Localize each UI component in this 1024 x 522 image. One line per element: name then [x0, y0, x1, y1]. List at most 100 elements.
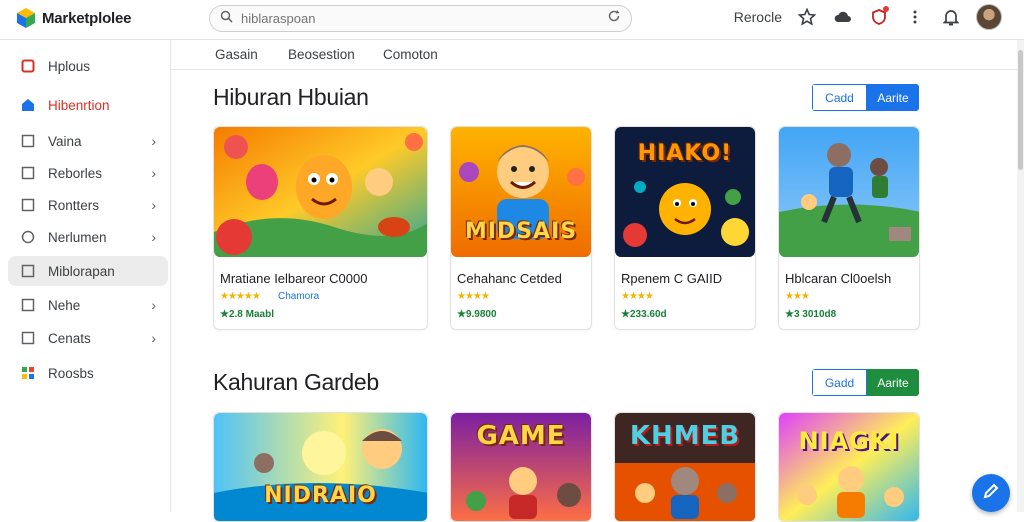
card-thumbnail: KHMEB — [615, 413, 755, 521]
square-icon — [20, 263, 36, 279]
app-card[interactable]: Hblcaran Cl0oelsh ★★★ ★3 3010d8 — [778, 126, 920, 330]
search-input[interactable] — [241, 11, 607, 26]
sidebar-item-3[interactable]: Reborles › — [8, 158, 168, 188]
thumbnail-title: HIAKO! — [637, 141, 733, 166]
app-logo[interactable]: Marketplolee — [16, 7, 132, 29]
app-card[interactable]: Mratiane Ielbareor C0000 ★★★★★ Chamora ★… — [213, 126, 428, 330]
card-thumbnail: HIAKO! — [615, 127, 755, 257]
app-card[interactable]: GAME — [450, 412, 592, 522]
thumbnail-title: NIDRAIO — [264, 483, 377, 508]
tab-bar: Gasain Beosestion Comoton — [171, 40, 1024, 70]
rating-stars: ★★★ — [785, 291, 810, 302]
card-thumbnail: NIDRAIO — [214, 413, 427, 521]
bell-icon[interactable] — [940, 6, 962, 28]
chevron-right-icon: › — [151, 165, 156, 181]
sidebar-item-label: Cenats — [48, 330, 91, 346]
sidebar-item-7[interactable]: Nehe › — [8, 290, 168, 320]
tab-2[interactable]: Comoton — [383, 47, 438, 62]
card-title: Rpenem C GAIID — [621, 271, 723, 286]
square-icon — [20, 197, 36, 213]
search-icon — [220, 10, 233, 28]
sidebar-item-label: Hibenrtion — [48, 97, 110, 113]
compose-button[interactable] — [972, 474, 1010, 512]
star-icon[interactable] — [796, 6, 818, 28]
app-card[interactable]: HIAKO! Rpenem C GAIID ★★★★ ★233.60d — [614, 126, 756, 330]
sidebar-item-label: Nehe — [48, 297, 81, 313]
square-icon — [20, 165, 36, 181]
sidebar-item-5[interactable]: Nerlumen › — [8, 222, 168, 252]
write-button[interactable]: Aarite — [867, 84, 919, 111]
rating-stars: ★★★★ — [621, 291, 654, 302]
refresh-icon[interactable] — [607, 9, 621, 28]
sidebar-item-1[interactable]: Hibenrtion — [8, 90, 168, 120]
app-card[interactable]: KHMEB — [614, 412, 756, 522]
sidebar-item-label: Roosbs — [48, 365, 94, 381]
sidebar-item-label: Reborles — [48, 165, 103, 181]
sidebar-item-label: Rontters — [48, 197, 100, 213]
thumbnail-title: NIAGKI — [798, 427, 900, 455]
avatar[interactable] — [976, 4, 1002, 30]
app-name: Marketplolee — [42, 9, 132, 27]
top-bar: Marketplolee Rerocle — [0, 0, 1024, 40]
sidebar-item-2[interactable]: Vaina › — [8, 126, 168, 156]
section-title: Kahuran Gardeb — [213, 369, 379, 395]
sidebar-item-label: Nerlumen — [48, 229, 107, 245]
sidebar: Hplous Hibenrtion Vaina › Reborles › Ron… — [0, 40, 171, 512]
card-title: Hblcaran Cl0oelsh — [785, 271, 892, 286]
card-thumbnail: MIDSAIS — [451, 127, 591, 257]
write-button[interactable]: Aarite — [867, 369, 919, 396]
more-icon[interactable] — [904, 6, 926, 28]
card-title: Cehahanc Cetded — [457, 271, 562, 286]
box-icon — [20, 58, 36, 74]
circle-icon — [20, 229, 36, 245]
header-link[interactable]: Rerocle — [734, 9, 782, 25]
chevron-right-icon: › — [151, 297, 156, 313]
scrollbar-thumb[interactable] — [1018, 50, 1023, 170]
sidebar-item-label: Vaina — [48, 133, 82, 149]
card-title: Mratiane Ielbareor C0000 — [220, 271, 368, 286]
chevron-right-icon: › — [151, 197, 156, 213]
card-price: ★9.9800 — [457, 309, 497, 320]
app-card[interactable]: MIDSAIS Cehahanc Cetded ★★★★ ★9.9800 — [450, 126, 592, 330]
app-card[interactable]: NIDRAIO — [213, 412, 428, 522]
card-subtitle[interactable]: Chamora — [278, 291, 319, 302]
square-icon — [20, 297, 36, 313]
rating-stars: ★★★★ — [457, 291, 490, 302]
sidebar-item-6[interactable]: Miblorapan — [8, 256, 168, 286]
grid-icon — [20, 365, 36, 381]
thumbnail-title: KHMEB — [629, 421, 741, 451]
shield-icon[interactable] — [868, 6, 890, 28]
notification-dot — [883, 6, 889, 12]
rating-stars: ★★★★★ — [220, 291, 261, 302]
header-actions: Rerocle — [734, 4, 1002, 30]
chevron-right-icon: › — [151, 229, 156, 245]
pencil-icon — [982, 482, 1000, 505]
card-thumbnail — [214, 127, 427, 257]
sidebar-item-0[interactable]: Hplous — [8, 51, 168, 81]
sidebar-item-9[interactable]: Roosbs — [8, 358, 168, 388]
add-button[interactable]: Gadd — [812, 369, 867, 396]
tab-0[interactable]: Gasain — [215, 47, 258, 62]
app-card[interactable]: NIAGKI — [778, 412, 920, 522]
chevron-right-icon: › — [151, 330, 156, 346]
card-price: ★2.8 Maabl — [220, 309, 274, 320]
card-thumbnail: GAME — [451, 413, 591, 521]
section-actions: Cadd Aarite — [812, 84, 919, 111]
square-icon — [20, 133, 36, 149]
sidebar-item-label: Hplous — [48, 58, 91, 74]
card-thumbnail — [779, 127, 919, 257]
cube-logo-icon — [16, 7, 36, 29]
sidebar-item-8[interactable]: Cenats › — [8, 323, 168, 353]
thumbnail-title: GAME — [476, 421, 566, 451]
sidebar-item-4[interactable]: Rontters › — [8, 190, 168, 220]
thumbnail-title: MIDSAIS — [464, 219, 578, 244]
cloud-icon[interactable] — [832, 6, 854, 28]
section-title: Hiburan Hbuian — [213, 84, 369, 110]
tab-1[interactable]: Beosestion — [288, 47, 355, 62]
home-icon — [20, 97, 36, 113]
search-bar[interactable] — [209, 5, 632, 32]
chevron-right-icon: › — [151, 133, 156, 149]
section-actions: Gadd Aarite — [812, 369, 919, 396]
card-price: ★3 3010d8 — [785, 309, 837, 320]
add-button[interactable]: Cadd — [812, 84, 867, 111]
